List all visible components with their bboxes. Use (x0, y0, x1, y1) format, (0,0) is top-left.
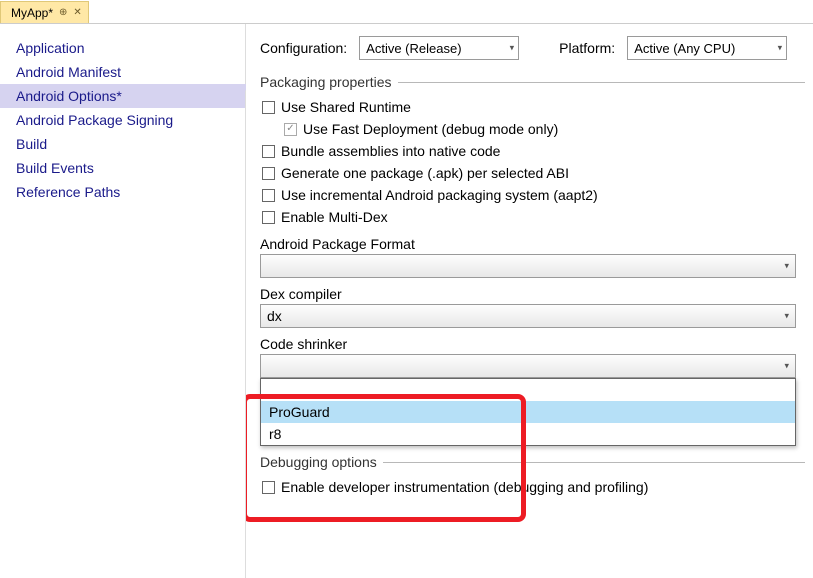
fast-deploy-row[interactable]: ✓ Use Fast Deployment (debug mode only) (260, 118, 805, 140)
sidebar-item-android-manifest[interactable]: Android Manifest (0, 60, 245, 84)
document-tab[interactable]: MyApp* ⊕ ✕ (0, 1, 89, 23)
one-pkg-abi-row[interactable]: Generate one package (.apk) per selected… (260, 162, 805, 184)
sidebar-item-package-signing[interactable]: Android Package Signing (0, 108, 245, 132)
configuration-label: Configuration: (260, 40, 347, 56)
shared-runtime-checkbox[interactable] (262, 101, 275, 114)
bundle-native-row[interactable]: Bundle assemblies into native code (260, 140, 805, 162)
dev-instr-checkbox[interactable] (262, 481, 275, 494)
chevron-down-icon: ▾ (784, 311, 789, 322)
fast-deploy-checkbox[interactable]: ✓ (284, 123, 297, 136)
main-panel: Configuration: Active (Release) ▾ Platfo… (246, 24, 813, 578)
pkg-format-label: Android Package Format (260, 236, 805, 252)
shrinker-option-proguard[interactable]: ProGuard (261, 401, 795, 423)
pin-icon[interactable]: ⊕ (59, 7, 67, 18)
chevron-down-icon: ▾ (784, 361, 789, 372)
chevron-down-icon: ▾ (778, 43, 783, 54)
platform-label: Platform: (559, 40, 615, 56)
sidebar-item-reference-paths[interactable]: Reference Paths (0, 180, 245, 204)
sidebar-item-build-events[interactable]: Build Events (0, 156, 245, 180)
one-pkg-abi-checkbox[interactable] (262, 167, 275, 180)
configuration-dropdown[interactable]: Active (Release) ▾ (359, 36, 519, 60)
close-icon[interactable]: ✕ (73, 7, 81, 18)
sidebar-item-application[interactable]: Application (0, 36, 245, 60)
platform-dropdown[interactable]: Active (Any CPU) ▾ (627, 36, 787, 60)
multidex-row[interactable]: Enable Multi-Dex (260, 206, 805, 228)
pkg-format-dropdown[interactable]: ▾ (260, 254, 796, 278)
chevron-down-icon: ▾ (510, 43, 515, 54)
config-platform-row: Configuration: Active (Release) ▾ Platfo… (260, 36, 805, 60)
code-shrinker-dropdown[interactable]: ▾ (260, 354, 796, 378)
tab-title: MyApp* (11, 6, 53, 20)
bundle-native-checkbox[interactable] (262, 145, 275, 158)
sidebar: Application Android Manifest Android Opt… (0, 24, 246, 578)
shrinker-option-blank[interactable] (261, 379, 795, 401)
aapt2-checkbox[interactable] (262, 189, 275, 202)
sidebar-item-build[interactable]: Build (0, 132, 245, 156)
code-shrinker-label: Code shrinker (260, 336, 805, 352)
multidex-checkbox[interactable] (262, 211, 275, 224)
packaging-group-label: Packaging properties (260, 74, 805, 90)
code-shrinker-options[interactable]: ProGuard r8 (260, 378, 796, 446)
tab-bar: MyApp* ⊕ ✕ (0, 0, 813, 24)
sidebar-item-android-options[interactable]: Android Options* (0, 84, 245, 108)
aapt2-row[interactable]: Use incremental Android packaging system… (260, 184, 805, 206)
debugging-group-label: Debugging options (260, 454, 805, 470)
dex-compiler-dropdown[interactable]: dx ▾ (260, 304, 796, 328)
shrinker-option-r8[interactable]: r8 (261, 423, 795, 445)
dex-compiler-label: Dex compiler (260, 286, 805, 302)
chevron-down-icon: ▾ (784, 261, 789, 272)
dev-instr-row[interactable]: Enable developer instrumentation (debugg… (260, 476, 805, 498)
shared-runtime-row[interactable]: Use Shared Runtime (260, 96, 805, 118)
